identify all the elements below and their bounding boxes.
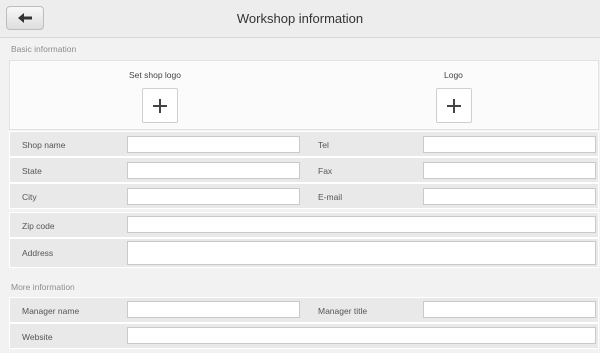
email-label: E-mail bbox=[318, 192, 343, 202]
tel-label: Tel bbox=[318, 140, 329, 150]
section-title-more: More information bbox=[11, 282, 75, 292]
state-label: State bbox=[22, 166, 42, 176]
set-shop-logo-button[interactable] bbox=[142, 88, 178, 123]
address-label: Address bbox=[22, 248, 54, 258]
city-label: City bbox=[22, 192, 37, 202]
fax-input[interactable] bbox=[423, 162, 596, 179]
tel-input[interactable] bbox=[423, 136, 596, 153]
title-bar: Workshop information bbox=[0, 0, 600, 38]
set-shop-logo-label: Set shop logo bbox=[129, 70, 181, 80]
manager-title-label: Manager title bbox=[318, 306, 368, 316]
logo-panel: Set shop logo Logo bbox=[9, 60, 599, 130]
website-input[interactable] bbox=[127, 327, 596, 344]
zip-code-input[interactable] bbox=[127, 216, 596, 233]
zip-code-label: Zip code bbox=[22, 221, 55, 231]
city-input[interactable] bbox=[127, 188, 300, 205]
plus-icon bbox=[153, 98, 167, 113]
manager-name-label: Manager name bbox=[22, 306, 80, 316]
section-title-basic: Basic information bbox=[11, 44, 77, 54]
state-input[interactable] bbox=[127, 162, 300, 179]
email-input[interactable] bbox=[423, 188, 596, 205]
fax-label: Fax bbox=[318, 166, 333, 176]
logo-add-button[interactable] bbox=[436, 88, 472, 123]
manager-title-input[interactable] bbox=[423, 301, 596, 318]
manager-name-input[interactable] bbox=[127, 301, 300, 318]
plus-icon bbox=[447, 98, 461, 113]
page-title: Workshop information bbox=[236, 11, 364, 26]
shop-name-input[interactable] bbox=[127, 136, 300, 153]
website-label: Website bbox=[22, 332, 53, 342]
shop-name-label: Shop name bbox=[22, 140, 66, 150]
logo-label: Logo bbox=[444, 70, 463, 80]
address-input[interactable] bbox=[127, 241, 596, 265]
